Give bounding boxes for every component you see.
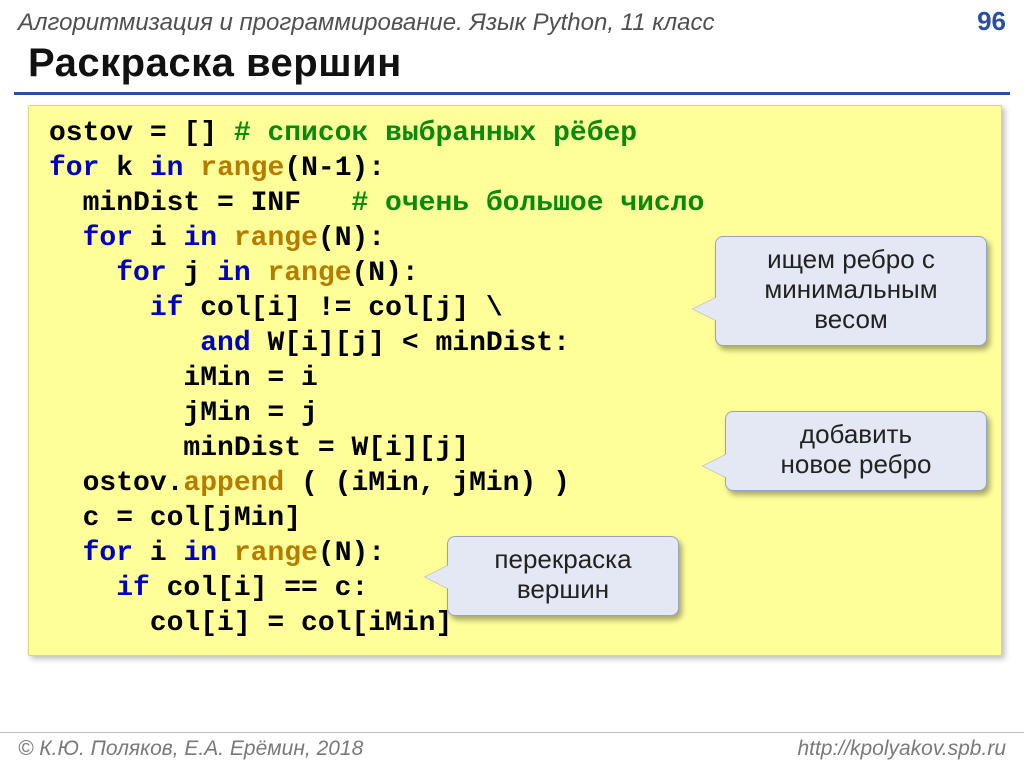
course-name: Алгоритмизация и программирование. Язык … bbox=[18, 9, 714, 37]
callout-text: новое ребро bbox=[746, 450, 966, 480]
callout-text: минимальным bbox=[736, 275, 966, 305]
code-box: ostov = [] # список выбранных рёбер for … bbox=[28, 105, 1002, 656]
callout-text: добавить bbox=[746, 420, 966, 450]
callout-text: ищем ребро с bbox=[736, 245, 966, 275]
callout-text: вершин bbox=[468, 575, 658, 605]
callout-text: перекраска bbox=[468, 545, 658, 575]
title-underline bbox=[14, 92, 1010, 95]
callout-add-edge: добавить новое ребро bbox=[725, 411, 987, 491]
page-title: Раскраска вершин bbox=[28, 41, 1004, 86]
footer-bar: © К.Ю. Поляков, Е.А. Ерёмин, 2018 http:/… bbox=[0, 732, 1024, 767]
copyright: © К.Ю. Поляков, Е.А. Ерёмин, 2018 bbox=[18, 737, 363, 761]
page-number: 96 bbox=[977, 6, 1006, 37]
callout-text: весом bbox=[736, 305, 966, 335]
header-bar: Алгоритмизация и программирование. Язык … bbox=[0, 0, 1024, 41]
callout-min-edge: ищем ребро с минимальным весом bbox=[715, 236, 987, 346]
callout-repaint: перекраска вершин bbox=[447, 536, 679, 616]
footer-link: http://kpolyakov.spb.ru bbox=[797, 737, 1006, 761]
